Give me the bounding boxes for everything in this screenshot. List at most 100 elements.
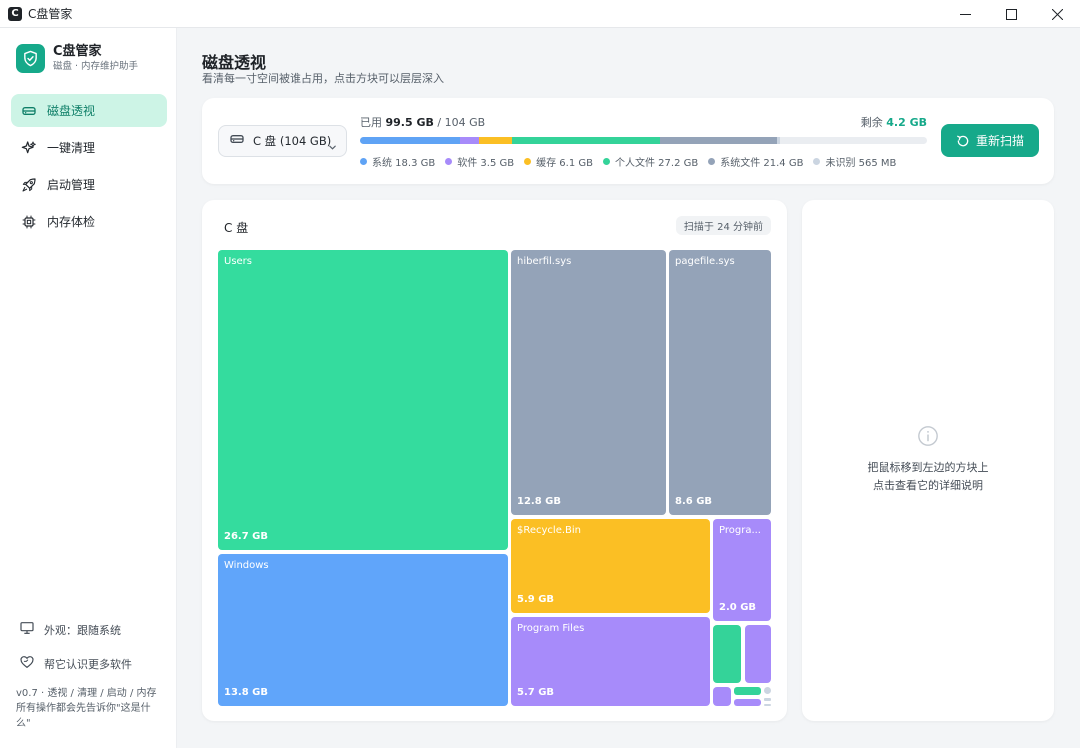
shield-check-icon: [16, 44, 45, 73]
drive-selector-label: C 盘 (104 GB): [253, 134, 332, 148]
usage-segment: [777, 137, 781, 144]
close-button[interactable]: [1034, 0, 1080, 28]
sparkle-icon: [20, 139, 38, 157]
treemap-tile-hiberfil[interactable]: hiberfil.sys 12.8 GB: [511, 250, 666, 515]
tile-size: 13.8 GB: [224, 687, 268, 698]
minimize-icon: [959, 13, 971, 15]
main-content: 磁盘透视 看清每一寸空间被谁占用，点击方块可以层层深入 C 盘 (104 GB)…: [177, 28, 1080, 748]
treemap-tile-small[interactable]: [764, 698, 771, 701]
brand-name: C盘管家: [53, 44, 102, 59]
version-info: v0.7 · 透视 / 清理 / 启动 / 内存 所有操作都会先告诉你"这是什 …: [16, 686, 166, 731]
usage-segment: [660, 137, 778, 144]
minimize-button[interactable]: [942, 0, 988, 28]
treemap-tile-small[interactable]: [764, 704, 771, 706]
window-controls: [942, 0, 1080, 28]
legend-item: 系统文件 21.4 GB: [708, 155, 804, 169]
sidebar-nav: 磁盘透视 一键清理 启动管理 内存体检: [11, 94, 167, 242]
treemap-tile-windows[interactable]: Windows 13.8 GB: [218, 554, 508, 706]
maximize-icon: [1005, 8, 1017, 20]
window-title: C盘管家: [28, 7, 73, 21]
rescan-button[interactable]: 重新扫描: [941, 124, 1039, 157]
sidebar-item-label: 内存体检: [47, 215, 96, 229]
sidebar-item-label: 一键清理: [47, 141, 96, 155]
detail-panel: 把鼠标移到左边的方块上 点击查看它的详细说明: [802, 200, 1054, 721]
page-subtitle: 看清每一寸空间被谁占用，点击方块可以层层深入: [202, 72, 444, 85]
treemap-tile-program-files[interactable]: Program Files 5.7 GB: [511, 617, 710, 706]
version-line: v0.7 · 透视 / 清理 / 启动 / 内存: [16, 688, 157, 699]
close-icon: [1051, 8, 1063, 20]
refresh-icon: [957, 135, 969, 146]
usage-legend: 系统 18.3 GB 软件 3.5 GB 缓存 6.1 GB 个人文件 27.2 GB…: [360, 155, 960, 169]
rescan-label: 重新扫描: [975, 134, 1024, 148]
usage-segment: [478, 137, 513, 144]
monitor-icon: [19, 620, 35, 640]
maximize-button[interactable]: [988, 0, 1034, 28]
legend-label: 个人文件 27.2 GB: [614, 158, 699, 169]
usage-segment: [459, 137, 479, 144]
legend-dot: [602, 158, 610, 165]
treemap-tile-pagefile[interactable]: pagefile.sys 8.6 GB: [669, 250, 771, 515]
sidebar-item-label: 启动管理: [47, 178, 96, 192]
tile-size: 5.9 GB: [517, 594, 555, 605]
brand: C盘管家 磁盘 · 内存维护助手: [16, 44, 138, 73]
version-note-end: 么": [16, 718, 31, 729]
treemap-tile-small[interactable]: [734, 699, 761, 706]
title-bar: C C盘管家: [0, 0, 1080, 28]
tile-name: Users: [224, 256, 253, 267]
treemap-tile-program-data[interactable]: Progra... 2.0 GB: [713, 519, 771, 621]
drive-icon: [20, 102, 38, 120]
tile-name: Windows: [224, 560, 269, 571]
legend-dot: [708, 158, 716, 165]
legend-dot: [445, 158, 453, 165]
tile-size: 26.7 GB: [224, 531, 268, 542]
app-icon: C: [8, 6, 22, 21]
appearance-toggle[interactable]: 外观：跟随系统: [11, 613, 171, 647]
brand-subtitle: 磁盘 · 内存维护助手: [53, 61, 139, 72]
more-software-label: 帮它认识更多软件: [44, 658, 132, 671]
disk-summary-card: C 盘 (104 GB) 已用 99.5 GB / 104 GB 剩余 4.2 …: [202, 98, 1054, 184]
treemap-tile-small[interactable]: [713, 687, 731, 706]
legend-item: 系统 18.3 GB: [360, 155, 435, 169]
treemap-tile-small[interactable]: [734, 687, 761, 695]
treemap-title: C 盘: [224, 221, 249, 235]
tile-name: Progra...: [719, 525, 761, 536]
tile-size: 8.6 GB: [675, 496, 713, 507]
legend-item: 个人文件 27.2 GB: [602, 155, 699, 169]
info-icon: [802, 425, 1054, 447]
treemap-tile-small[interactable]: [745, 625, 771, 683]
sidebar-footer: 外观：跟随系统 帮它认识更多软件: [11, 613, 171, 681]
sidebar-item-disk-view[interactable]: 磁盘透视: [11, 94, 167, 127]
treemap-tile-small[interactable]: [764, 687, 771, 694]
tile-size: 5.7 GB: [517, 687, 555, 698]
legend-item: 缓存 6.1 GB: [524, 155, 593, 169]
tile-size: 2.0 GB: [719, 602, 757, 613]
tile-name: Program Files: [517, 623, 585, 634]
treemap-tile-users[interactable]: Users 26.7 GB: [218, 250, 508, 550]
legend-label: 软件 3.5 GB: [457, 158, 515, 169]
sidebar-item-memory[interactable]: 内存体检: [11, 205, 167, 238]
usage-bar: [360, 137, 927, 144]
treemap-card: C 盘 扫描于 24 分钟前 Users 26.7 GB Windows 13.…: [202, 200, 787, 721]
sidebar-item-label: 磁盘透视: [47, 104, 96, 118]
version-note: 所有操作都会先告诉你"这是什: [16, 703, 151, 714]
treemap-tile-small[interactable]: [713, 625, 741, 683]
sidebar-item-cleanup[interactable]: 一键清理: [11, 131, 167, 164]
treemap-tile-recycle-bin[interactable]: $Recycle.Bin 5.9 GB: [511, 519, 710, 613]
more-software-link[interactable]: 帮它认识更多软件: [11, 647, 171, 681]
usage-segment: [360, 137, 460, 144]
drive-selector[interactable]: C 盘 (104 GB): [218, 125, 347, 157]
appearance-label: 外观：跟随系统: [44, 624, 121, 637]
chip-icon: [20, 213, 38, 231]
rocket-icon: [20, 176, 38, 194]
usage-segment: [512, 137, 661, 144]
tile-name: hiberfil.sys: [517, 256, 572, 267]
scan-time-badge: 扫描于 24 分钟前: [675, 216, 771, 235]
legend-dot: [360, 158, 367, 165]
legend-label: 缓存 6.1 GB: [536, 158, 593, 169]
legend-item: 软件 3.5 GB: [445, 155, 515, 169]
chevron-down-icon: [328, 137, 337, 156]
sidebar-item-startup[interactable]: 启动管理: [11, 168, 167, 201]
legend-label: 系统文件 21.4 GB: [720, 158, 804, 169]
sidebar: C盘管家 磁盘 · 内存维护助手 磁盘透视 一键清理 启动管理 内存体检 外观：…: [0, 28, 177, 748]
free-space: 剩余 4.2 GB: [860, 116, 927, 129]
